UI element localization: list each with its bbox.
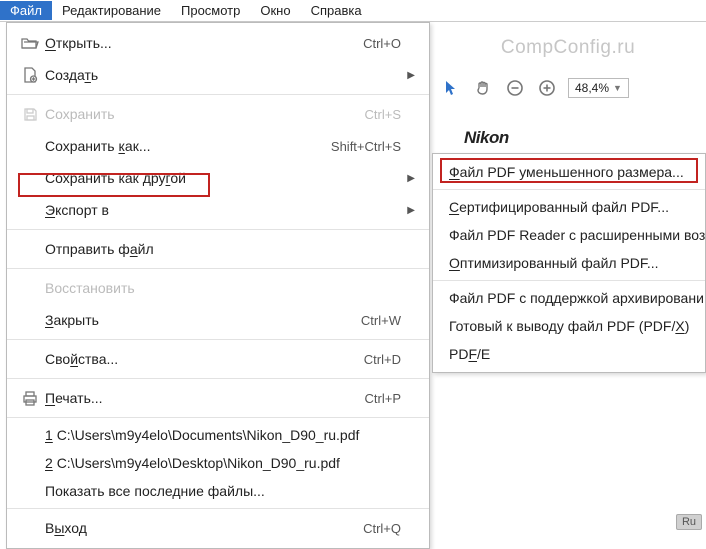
menu-item-properties[interactable]: Свойства... Ctrl+D [7,343,429,375]
save-as-other-label: Сохранить как другой [45,170,401,186]
menu-item-print[interactable]: Печать... Ctrl+P [7,382,429,414]
menu-help[interactable]: Справка [301,1,372,20]
menu-item-save-as[interactable]: Сохранить как... Shift+Ctrl+S [7,130,429,162]
menu-window[interactable]: Окно [250,1,300,20]
zoom-in-icon[interactable] [536,77,558,99]
menu-edit[interactable]: Редактирование [52,1,171,20]
menu-separator [7,508,429,509]
export-label: Экспорт в [45,202,401,218]
menu-item-recent-all[interactable]: Показать все последние файлы... [7,477,429,505]
menu-separator [7,94,429,95]
print-shortcut: Ctrl+P [365,391,401,406]
menu-item-recent-1[interactable]: 1 C:\Users\m9y4elo\Documents\Nikon_D90_r… [7,421,429,449]
close-label: Закрыть [45,312,361,328]
submenu-item-optimized-pdf[interactable]: Оптимизированный файл PDF... [433,249,705,277]
print-label: Печать... [45,390,365,406]
create-label: Создать [45,67,401,83]
submenu-item-archive-pdf[interactable]: Файл PDF с поддержкой архивировани [433,284,705,312]
file-menu-dropdown: ООткрыть...ткрыть... Ctrl+O Создать ▶ Со… [6,22,430,549]
submenu-arrow-icon: ▶ [401,205,415,216]
menu-item-open[interactable]: ООткрыть...ткрыть... Ctrl+O [7,27,429,59]
exit-shortcut: Ctrl+Q [363,521,401,536]
printer-icon [15,391,45,406]
menu-bar: Файл Редактирование Просмотр Окно Справк… [0,0,706,22]
menu-separator [7,339,429,340]
menu-separator [433,280,705,281]
properties-label: Свойства... [45,351,364,367]
recent-2-label: 2 C:\Users\m9y4elo\Desktop\Nikon_D90_ru.… [45,455,401,471]
new-file-icon [15,67,45,83]
close-shortcut: Ctrl+W [361,313,401,328]
submenu-arrow-icon: ▶ [401,70,415,81]
properties-shortcut: Ctrl+D [364,352,401,367]
folder-open-icon [15,36,45,50]
zoom-out-icon[interactable] [504,77,526,99]
menu-item-exit[interactable]: Выход Ctrl+Q [7,512,429,544]
save-shortcut: Ctrl+S [365,107,401,122]
chevron-down-icon: ▼ [613,83,622,93]
recent-all-label: Показать все последние файлы... [45,483,401,499]
language-badge: Ru [676,514,702,530]
toolbar-region: CompConfig.ru 48,4% ▼ [430,22,706,122]
menu-item-create[interactable]: Создать ▶ [7,59,429,91]
menu-item-send[interactable]: Отправить файл [7,233,429,265]
save-label: Сохранить [45,106,365,122]
tool-strip: 48,4% ▼ [440,77,629,99]
menu-file[interactable]: Файл [0,1,52,20]
menu-item-export[interactable]: Экспорт в ▶ [7,194,429,226]
menu-separator [7,229,429,230]
submenu-item-reduced-pdf[interactable]: Файл PDF уменьшенного размера... [433,158,705,186]
save-icon [15,107,45,122]
menu-item-close[interactable]: Закрыть Ctrl+W [7,304,429,336]
submenu-item-printready-pdf[interactable]: Готовый к выводу файл PDF (PDF/X) [433,312,705,340]
menu-item-recent-2[interactable]: 2 C:\Users\m9y4elo\Desktop\Nikon_D90_ru.… [7,449,429,477]
open-label: ООткрыть...ткрыть... [45,35,363,51]
menu-separator [7,417,429,418]
menu-item-restore: Восстановить [7,272,429,304]
submenu-item-certified-pdf[interactable]: Сертифицированный файл PDF... [433,193,705,221]
save-as-label: Сохранить как... [45,138,331,154]
send-label: Отправить файл [45,241,401,257]
document-brand: Nikon [464,128,509,148]
submenu-item-reader-pdf[interactable]: Файл PDF Reader с расширенными воз [433,221,705,249]
arrow-cursor-icon[interactable] [440,77,462,99]
menu-view[interactable]: Просмотр [171,1,250,20]
save-as-shortcut: Shift+Ctrl+S [331,139,401,154]
menu-separator [7,378,429,379]
menu-item-save-as-other[interactable]: Сохранить как другой ▶ [7,162,429,194]
menu-separator [7,268,429,269]
submenu-arrow-icon: ▶ [401,173,415,184]
menu-item-save: Сохранить Ctrl+S [7,98,429,130]
recent-1-label: 1 C:\Users\m9y4elo\Documents\Nikon_D90_r… [45,427,401,443]
open-shortcut: Ctrl+O [363,36,401,51]
watermark-text: CompConfig.ru [501,37,635,59]
zoom-value: 48,4% [575,81,609,95]
menu-separator [433,189,705,190]
zoom-level-select[interactable]: 48,4% ▼ [568,78,629,98]
restore-label: Восстановить [45,280,401,296]
hand-icon[interactable] [472,77,494,99]
submenu-item-pdfe[interactable]: PDF/E [433,340,705,368]
save-as-other-submenu: Файл PDF уменьшенного размера... Сертифи… [432,153,706,373]
